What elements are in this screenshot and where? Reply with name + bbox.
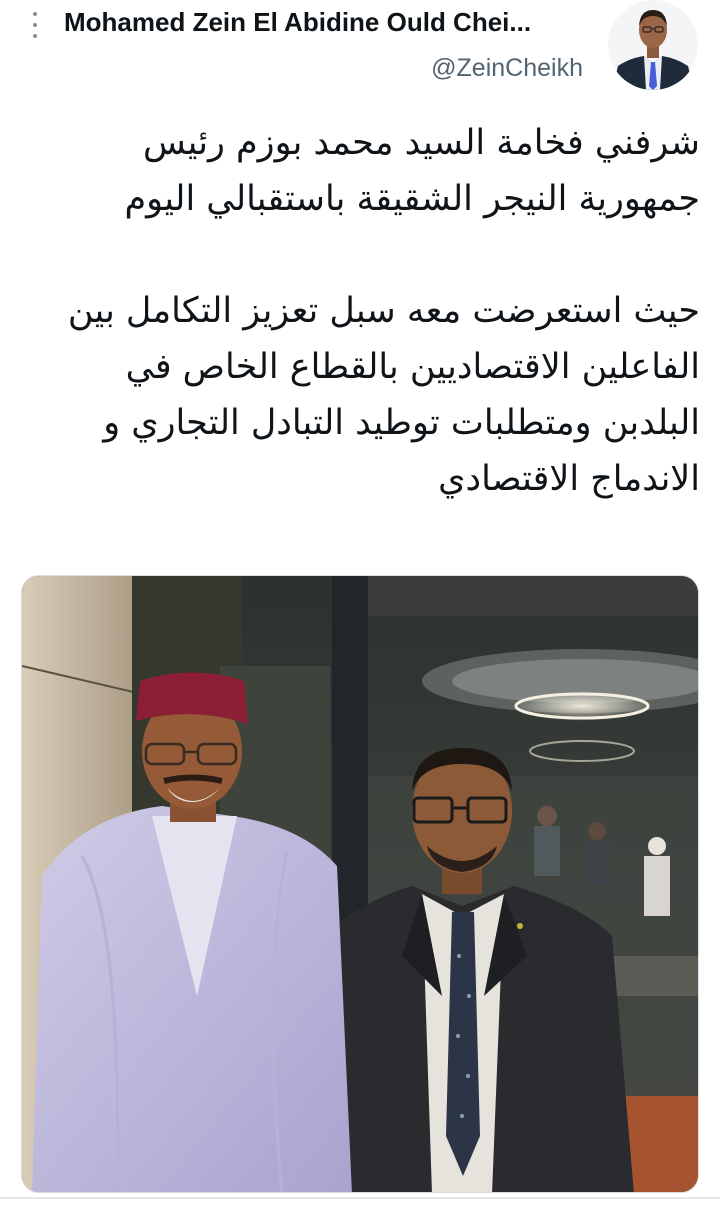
tweet-text-line: حيث استعرضت معه سبل تعزيز التكامل بين xyxy=(67,291,700,331)
tweet-text-line: الفاعلين الاقتصاديين بالقطاع الخاص في xyxy=(125,347,700,387)
divider xyxy=(0,1197,720,1199)
author-display-name[interactable]: Mohamed Zein El Abidine Ould Chei... xyxy=(64,4,589,40)
more-vertical-icon[interactable] xyxy=(27,12,43,38)
author-handle[interactable]: @ZeinCheikh xyxy=(431,52,583,84)
tweet-text: شرفني فخامة السيد محمد بوزم رئيس جمهورية… xyxy=(16,115,700,507)
author-avatar[interactable] xyxy=(608,0,698,90)
tweet-text-line: شرفني فخامة السيد محمد بوزم رئيس xyxy=(143,123,700,163)
tweet-screen: Mohamed Zein El Abidine Ould Chei... @Ze… xyxy=(0,0,720,1205)
tweet-text-line: جمهورية النيجر الشقيقة باستقبالي اليوم xyxy=(124,179,700,219)
tweet-text-line: البلدبن ومتطلبات توطيد التبادل التجاري و xyxy=(103,403,700,443)
tweet-photo[interactable] xyxy=(21,575,699,1193)
more-dot xyxy=(33,12,37,16)
avatar-image xyxy=(608,0,698,90)
more-dot xyxy=(33,23,37,27)
tweet-text-line: الاندماج الاقتصادي xyxy=(438,459,700,499)
photo-image xyxy=(22,576,698,1192)
more-dot xyxy=(33,34,37,38)
